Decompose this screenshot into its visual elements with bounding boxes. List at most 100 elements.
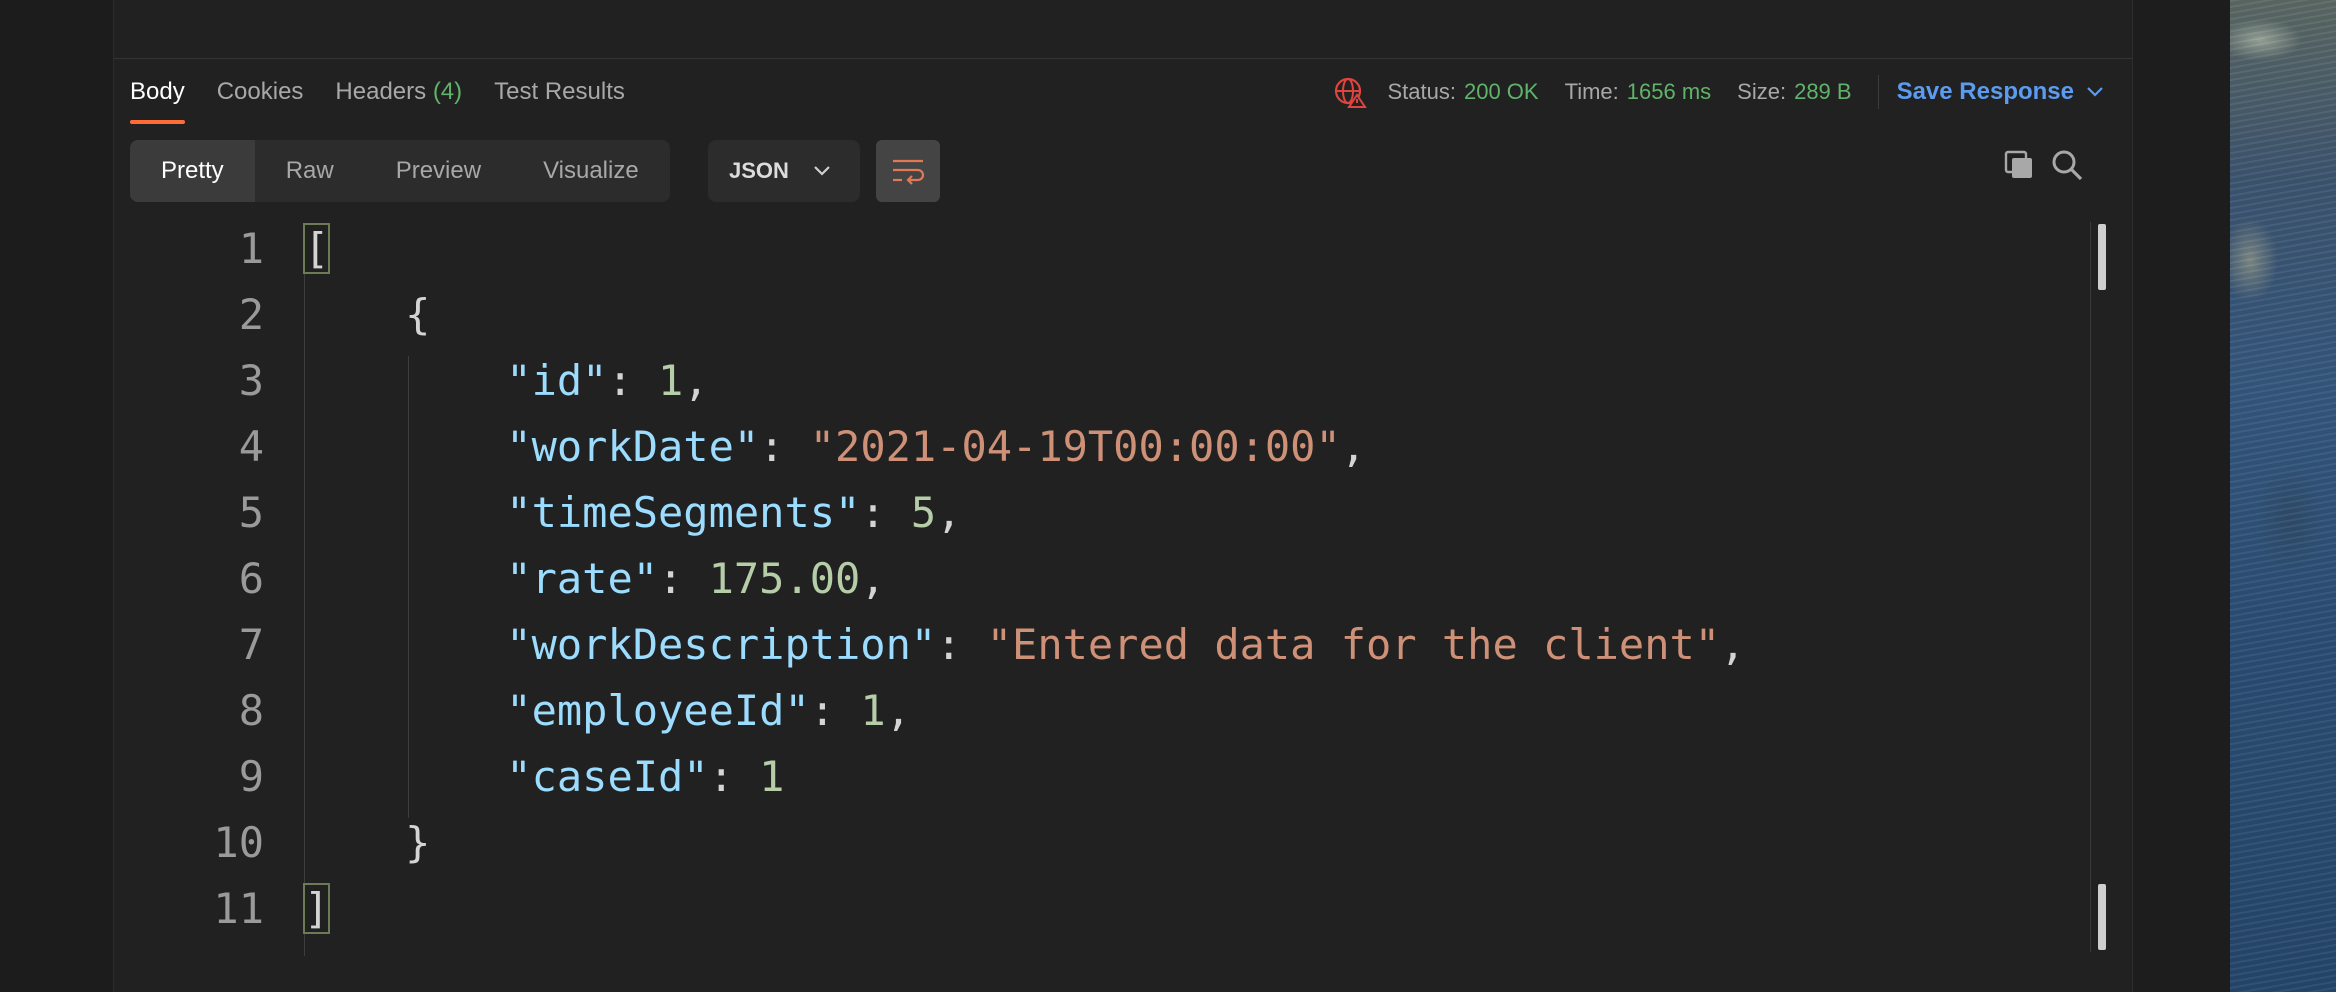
code-line: { — [304, 290, 430, 339]
response-body-editor[interactable]: 1 [2 {3 "id": 1, 4 "workDate": "2021-04-19… — [114, 222, 2104, 992]
json-punct: , — [936, 488, 962, 537]
json-punct — [304, 488, 506, 537]
line-number: 7 — [238, 620, 264, 669]
line-number: 1 — [238, 224, 264, 273]
json-punct: , — [860, 554, 886, 603]
size-value[interactable]: 289 B — [1794, 79, 1852, 105]
json-punct — [304, 554, 506, 603]
view-pretty[interactable]: Pretty — [130, 140, 255, 202]
code-line: "employeeId": 1, — [304, 686, 911, 735]
tab-cookies[interactable]: Cookies — [217, 74, 304, 124]
save-response-button[interactable]: Save Response — [1897, 78, 2104, 106]
json-string: "Entered data for the client" — [986, 620, 1721, 669]
json-punct: : — [658, 554, 709, 603]
size-label: Size: — [1737, 79, 1787, 104]
line-number: 11 — [213, 884, 264, 933]
globe-warning-icon[interactable] — [1333, 75, 1368, 109]
tab-test-results[interactable]: Test Results — [494, 74, 625, 124]
json-punct — [304, 356, 506, 405]
right-panel-edge — [2132, 0, 2231, 992]
line-number: 10 — [213, 818, 264, 867]
copy-icon[interactable] — [2002, 148, 2036, 182]
line-number: 8 — [238, 686, 264, 735]
json-punct: : — [936, 620, 987, 669]
response-status-bar: Status: 200 OK Time: 1656 ms Size: 289 B… — [1333, 74, 2104, 110]
desktop-wallpaper — [2230, 0, 2336, 992]
code-line: "rate": 175.00, — [304, 554, 886, 603]
code-line: ] — [302, 883, 331, 934]
json-punct — [304, 620, 506, 669]
json-punct — [304, 422, 506, 471]
json-punct: , — [1340, 422, 1367, 471]
json-punct: , — [885, 686, 911, 735]
tab-body[interactable]: Body — [130, 74, 185, 124]
json-punct: : — [708, 752, 760, 801]
save-response-label: Save Response — [1896, 78, 2074, 105]
sidebar-gutter — [0, 0, 114, 992]
line-number: 6 — [238, 554, 264, 603]
json-number: 1 — [860, 686, 886, 735]
json-punct: { — [304, 290, 431, 339]
json-string: "2021-04-19T00:00:00" — [809, 422, 1341, 471]
json-number: 5 — [910, 488, 937, 537]
wrap-lines-button[interactable] — [876, 140, 940, 202]
json-punct: , — [683, 356, 709, 405]
json-punct: : — [607, 356, 659, 405]
view-visualize[interactable]: Visualize — [512, 140, 670, 202]
headers-count: (4) — [432, 78, 463, 105]
code-line: [ — [302, 223, 331, 274]
response-tools — [2002, 148, 2084, 182]
json-key: "workDescription" — [506, 620, 937, 669]
json-key: "caseId" — [506, 752, 709, 801]
json-key: "rate" — [506, 554, 659, 603]
chevron-down-icon — [2087, 87, 2103, 97]
json-key: "workDate" — [506, 422, 760, 471]
code-line: "workDescription": "Entered data for the… — [304, 620, 1745, 669]
format-select[interactable]: JSON — [708, 140, 860, 202]
json-punct — [304, 752, 506, 801]
json-punct: [ — [302, 223, 331, 274]
json-number: 175.00 — [708, 554, 861, 603]
request-area-edge — [114, 0, 2132, 59]
scrollbar-thumb-bottom[interactable] — [2098, 884, 2106, 950]
response-tabs: Body Cookies Headers (4) Test Results — [130, 74, 657, 124]
chevron-down-icon — [814, 166, 830, 176]
code-line: "id": 1, — [304, 356, 709, 405]
tab-headers[interactable]: Headers (4) — [335, 74, 462, 124]
json-number: 1 — [759, 752, 785, 801]
json-punct: } — [304, 818, 431, 867]
line-number: 4 — [238, 422, 264, 471]
search-icon[interactable] — [2050, 148, 2084, 182]
line-number: 9 — [238, 752, 264, 801]
code-line: "caseId": 1 — [304, 752, 784, 801]
code-line: } — [304, 818, 430, 867]
json-punct: : — [860, 488, 911, 537]
line-number: 3 — [238, 356, 264, 405]
json-punct: , — [1720, 620, 1746, 669]
view-raw[interactable]: Raw — [255, 140, 365, 202]
json-number: 1 — [658, 356, 684, 405]
code-line: "workDate": "2021-04-19T00:00:00", — [304, 422, 1366, 471]
time-label: Time: — [1564, 79, 1619, 104]
time-value[interactable]: 1656 ms — [1627, 79, 1711, 105]
json-key: "timeSegments" — [506, 488, 861, 537]
status-value[interactable]: 200 OK — [1464, 79, 1539, 105]
line-number: 5 — [238, 488, 264, 537]
json-punct: : — [759, 422, 810, 471]
json-key: "id" — [506, 356, 608, 405]
code-line: "timeSegments": 5, — [304, 488, 961, 537]
status-label: Status: — [1387, 79, 1456, 104]
view-mode-switcher: Pretty Raw Preview Visualize — [130, 140, 670, 202]
line-number: 2 — [238, 290, 264, 339]
json-punct: : — [809, 686, 861, 735]
divider — [1877, 75, 1879, 109]
json-punct: ] — [302, 883, 331, 934]
scrollbar-thumb-top[interactable] — [2098, 224, 2106, 290]
scrollbar[interactable] — [2090, 222, 2105, 952]
wrap-lines-icon — [893, 159, 925, 185]
response-panel: Body Cookies Headers (4) Test Results St… — [114, 0, 2132, 992]
format-select-value: JSON — [729, 158, 789, 183]
json-key: "employeeId" — [506, 686, 810, 735]
json-punct — [304, 686, 506, 735]
view-preview[interactable]: Preview — [365, 140, 512, 202]
